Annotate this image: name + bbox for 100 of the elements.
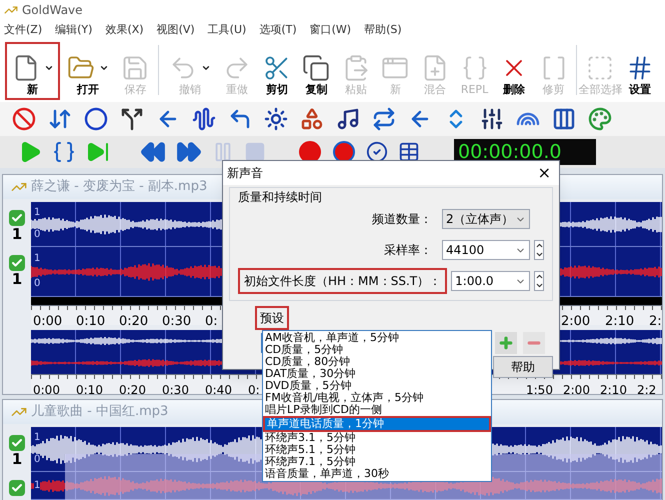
- preset-option[interactable]: 环绕声7.1，5分钟: [263, 456, 491, 468]
- time-label: 0:00: [33, 314, 62, 329]
- fast-forward-icon[interactable]: [176, 139, 202, 165]
- time-label: 2:10: [605, 314, 634, 329]
- time-label: 2:00: [561, 314, 590, 329]
- chevron-up-icon: [535, 272, 544, 281]
- check-icon[interactable]: [366, 141, 388, 163]
- button-label: 修剪: [542, 82, 565, 98]
- time-label: 0:00: [33, 383, 60, 397]
- plus-icon: [498, 335, 514, 351]
- spinner[interactable]: [534, 271, 544, 291]
- table-icon[interactable]: [398, 141, 420, 163]
- button-label: 全部选择: [578, 82, 622, 98]
- menu-item[interactable]: 窗口(W): [310, 22, 352, 38]
- palette-icon[interactable]: [588, 107, 612, 131]
- chevron-up-icon: [535, 241, 544, 250]
- sliders-icon[interactable]: [480, 107, 504, 131]
- menu-item[interactable]: 工具(U): [208, 22, 246, 38]
- field-label: 频道数量：: [371, 211, 433, 228]
- button-label: 撤销: [178, 82, 201, 98]
- split-icon[interactable]: [120, 107, 144, 131]
- toolbar-button[interactable]: 删除: [494, 42, 534, 100]
- menu-item[interactable]: 文件(Z): [4, 22, 42, 38]
- spinner[interactable]: [534, 240, 544, 260]
- menu-item[interactable]: 编辑(Y): [55, 22, 92, 38]
- help-button[interactable]: 帮助: [493, 356, 553, 378]
- menu-item[interactable]: 帮助(S): [364, 22, 402, 38]
- burst-icon[interactable]: [264, 107, 288, 131]
- no-entry-icon[interactable]: [12, 107, 36, 131]
- preset-option[interactable]: 唱片LP录制到CD的一侧: [263, 404, 491, 416]
- stop-icon[interactable]: [244, 141, 266, 163]
- preset-option[interactable]: 单声道电话质量，1分钟: [263, 416, 491, 432]
- preset-option[interactable]: 语音质量，单声道，30秒: [263, 468, 491, 480]
- toolbar-button[interactable]: 复制: [296, 42, 336, 100]
- button-label: 设置: [629, 82, 652, 98]
- channel-checkbox[interactable]: [9, 480, 25, 496]
- check-icon: [11, 482, 23, 494]
- caret-icon: [44, 63, 54, 73]
- braces-icon: [460, 54, 489, 82]
- time-label: 0:40: [205, 383, 232, 397]
- wave-icon[interactable]: [192, 107, 216, 131]
- button-label: 粘贴: [344, 82, 367, 98]
- toolbar-button[interactable]: 打开: [60, 42, 116, 100]
- scale-label: 1: [34, 432, 40, 444]
- preset-option[interactable]: 环绕声5.1，5分钟: [263, 444, 491, 456]
- channel-number: 1: [12, 226, 22, 242]
- caret-icon: [200, 63, 211, 73]
- columns-icon[interactable]: [552, 107, 576, 131]
- button-label: 删除: [503, 82, 526, 98]
- preset-option[interactable]: DAT质量，30分钟: [263, 368, 491, 380]
- scale-label: 1: [34, 207, 40, 219]
- close-button[interactable]: ×: [534, 165, 555, 181]
- window-title: GoldWave: [22, 2, 83, 19]
- music-note-icon[interactable]: [336, 107, 360, 131]
- menu-item[interactable]: 效果(X): [105, 22, 144, 38]
- shapes-icon[interactable]: [300, 107, 324, 131]
- arrows-vertical-icon[interactable]: [48, 107, 72, 131]
- repeat-icon[interactable]: [372, 107, 396, 131]
- time-label: 0:: [248, 383, 260, 397]
- preset-option[interactable]: CD质量，5分钟: [263, 344, 491, 356]
- scale-label: 1: [34, 480, 40, 492]
- time-label: 2:2: [637, 383, 656, 397]
- channel-checkbox[interactable]: [9, 435, 25, 451]
- button-label: 打开: [76, 82, 99, 98]
- dropdown-select[interactable]: 2（立体声）: [442, 209, 530, 229]
- button-label: 重做: [226, 82, 248, 98]
- check-icon: [11, 212, 23, 224]
- button-label: 保存: [124, 82, 146, 98]
- group-title: 预设: [255, 306, 289, 330]
- preset-option[interactable]: CD质量，80分钟: [263, 356, 491, 368]
- preset-option[interactable]: DVD质量，5分钟: [263, 380, 491, 392]
- combo-field[interactable]: 1:00.0: [451, 271, 530, 291]
- channel-number: 1: [12, 451, 22, 467]
- menu-item[interactable]: 视图(V): [156, 22, 195, 38]
- rewind-icon[interactable]: [140, 139, 166, 165]
- preset-option[interactable]: 环绕声3.1，5分钟: [263, 432, 491, 444]
- time-label: 0:20: [119, 314, 148, 329]
- u-turn-icon[interactable]: [228, 107, 252, 131]
- button-label: 混合: [424, 82, 446, 98]
- play-selection-icon[interactable]: [52, 140, 76, 164]
- circle-icon[interactable]: [84, 107, 108, 131]
- combo-field[interactable]: 44100: [442, 240, 530, 260]
- button-label: 复制: [305, 82, 328, 98]
- caret-icon: [98, 63, 109, 73]
- menu-item[interactable]: 选项(T): [259, 22, 297, 38]
- preset-option[interactable]: AM收音机，单声道，5分钟: [263, 332, 491, 344]
- time-label: 2:: [649, 314, 662, 329]
- time-label: 2:10: [600, 383, 627, 397]
- group-title: 质量和持续时间: [238, 189, 323, 206]
- channel-checkbox[interactable]: [9, 210, 25, 226]
- time-label: 0:: [205, 314, 218, 329]
- selection-icon: [586, 54, 614, 82]
- check-icon: [11, 257, 23, 269]
- time-label: 0:10: [76, 383, 103, 397]
- toolbar-button[interactable]: 新: [5, 42, 60, 100]
- toolbar-button[interactable]: 剪切: [257, 42, 297, 100]
- document-title: 儿童歌曲 - 中国红.mp3: [31, 403, 168, 422]
- preset-option[interactable]: FM收音机/电视，立体声，5分钟: [263, 392, 491, 404]
- time-label: 0:30: [162, 383, 189, 397]
- channel-checkbox[interactable]: [9, 255, 25, 271]
